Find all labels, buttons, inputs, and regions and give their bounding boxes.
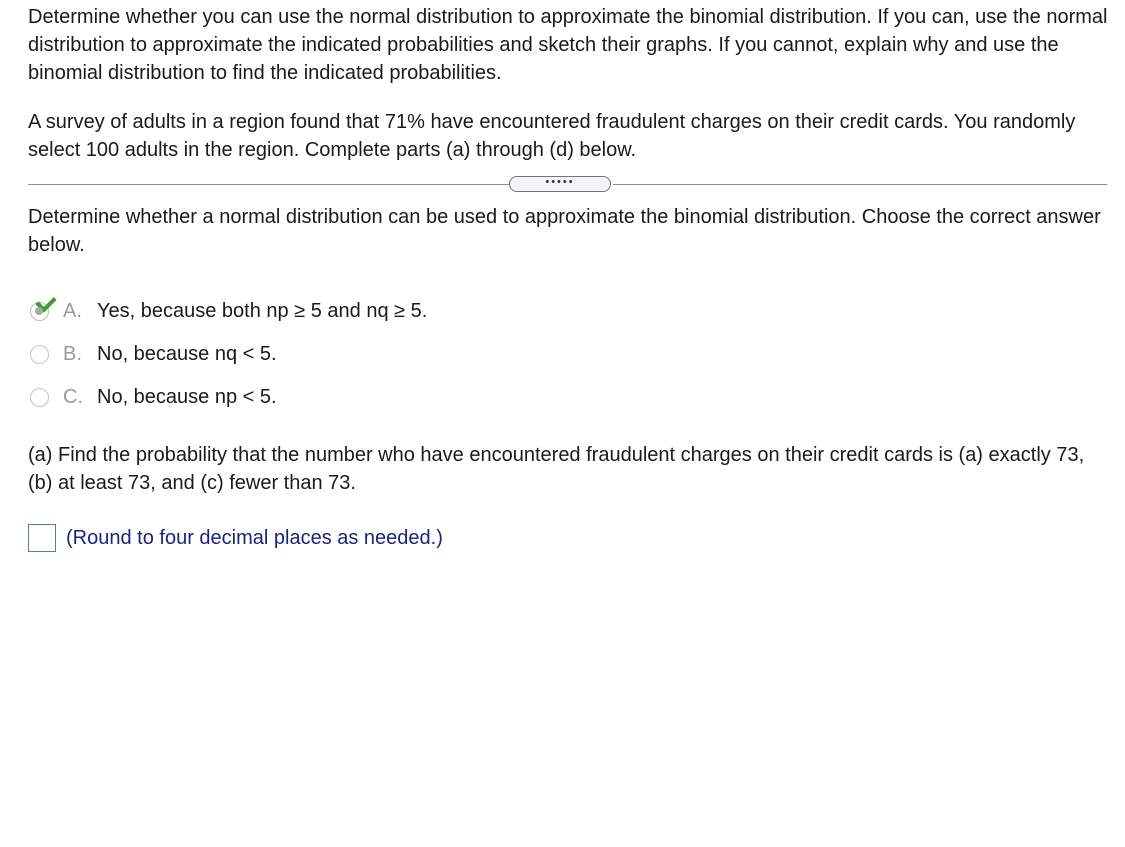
question-text: Determine whether a normal distribution …	[28, 206, 1101, 256]
divider-right	[613, 184, 1107, 185]
rounding-hint: (Round to four decimal places as needed.…	[66, 526, 443, 549]
answer-input[interactable]	[28, 524, 56, 552]
divider-left	[28, 184, 510, 185]
instructions-text: Determine whether you can use the normal…	[28, 6, 1108, 84]
radio-button-a[interactable]	[30, 290, 57, 321]
choice-c[interactable]: C. No, because np < 5.	[30, 384, 277, 410]
choice-letter: A.	[63, 299, 82, 322]
answer-row: (Round to four decimal places as needed.…	[28, 524, 443, 552]
checkmark-icon	[35, 290, 57, 313]
choice-text: No, because np < 5.	[97, 385, 277, 408]
choice-letter: B.	[63, 342, 82, 365]
choice-letter: C.	[63, 385, 83, 408]
ellipsis-icon: •••••	[545, 175, 575, 188]
problem-statement: A survey of adults in a region found tha…	[28, 111, 1076, 161]
choice-text: Yes, because both np ≥ 5 and nq ≥ 5.	[97, 299, 428, 322]
choice-a[interactable]: A. Yes, because both np ≥ 5 and nq ≥ 5.	[30, 290, 428, 324]
radio-button-b[interactable]	[30, 344, 49, 364]
choice-text: No, because nq < 5.	[97, 342, 277, 365]
part-a-prompt: (a) Find the probability that the number…	[28, 444, 1085, 494]
expand-collapse-button[interactable]: •••••	[509, 176, 611, 192]
choice-b[interactable]: B. No, because nq < 5.	[30, 341, 277, 367]
radio-button-c[interactable]	[30, 387, 49, 407]
